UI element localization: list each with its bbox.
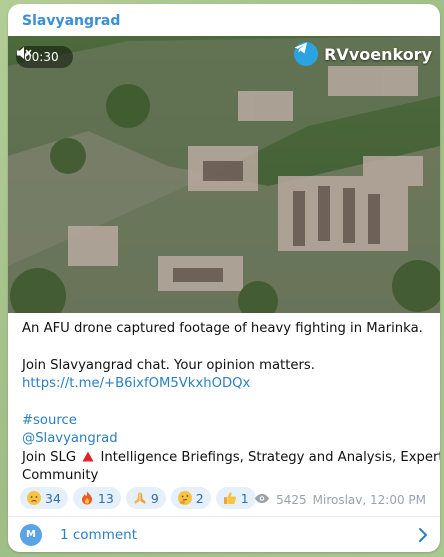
join-prefix: Join SLG: [22, 449, 77, 465]
comments-label: 1 comment: [60, 526, 138, 543]
watermark-text: RVvoenkory: [324, 44, 432, 64]
reaction-count: 13: [97, 490, 114, 506]
thumbs-up-emoji: [223, 491, 237, 505]
hashtag-link[interactable]: #source: [22, 412, 430, 431]
reaction-thumbs-up[interactable]: 1: [215, 487, 256, 509]
telegram-logo-icon: [294, 42, 319, 66]
video-player[interactable]: 00:30 RVvoenkory: [8, 36, 440, 313]
comments-button[interactable]: M 1 comment: [8, 517, 440, 552]
video-time-badge: 00:30: [16, 46, 73, 68]
thinking-face-emoji: [177, 491, 192, 505]
message-caption: An AFU drone captured footage of heavy f…: [22, 320, 440, 486]
reaction-sad[interactable]: 34: [20, 487, 68, 509]
red-triangle-icon: [80, 450, 100, 465]
caption-line: An AFU drone captured footage of heavy f…: [22, 321, 423, 336]
eye-icon: [254, 493, 270, 507]
reaction-count: 9: [150, 490, 159, 506]
join-line: Join SLG Intelligence Briefings, Strateg…: [22, 449, 440, 468]
sad-face-emoji: [27, 491, 41, 505]
video-frame: [8, 36, 440, 313]
message-bubble: Slavyangrad 00:30 RVvoenkory An AFU dron…: [8, 4, 440, 552]
video-watermark: RVvoenkory: [294, 42, 432, 66]
channel-name[interactable]: Slavyangrad: [22, 13, 120, 29]
mention-link[interactable]: @Slavyangrad: [22, 430, 430, 449]
reaction-count: 34: [45, 490, 61, 506]
invite-link[interactable]: https://t.me/+B6ixfOM5VkxhODQx: [22, 375, 430, 394]
message-meta: 5425 Miroslav, 12:00 PM: [254, 493, 426, 507]
reaction-count: 1: [240, 490, 249, 506]
join-rest: Intelligence Briefings, Strategy and Ana…: [100, 449, 440, 465]
reaction-count: 2: [195, 490, 204, 506]
reaction-pray[interactable]: 9: [125, 487, 166, 509]
caption-line: Join Slavyangrad chat. Your opinion matt…: [22, 357, 315, 373]
author-time: Miroslav, 12:00 PM: [312, 493, 426, 507]
avatar: M: [20, 523, 42, 546]
fire-emoji: [80, 491, 94, 505]
chevron-right-icon: [418, 527, 428, 547]
reaction-fire[interactable]: 13: [72, 487, 121, 509]
reactions-bar: 34 13 9 2 1: [20, 487, 256, 509]
join-line-cont: Community: [22, 468, 99, 483]
praying-hands-emoji: [133, 491, 147, 505]
views-count: 5425: [276, 493, 307, 507]
reaction-thinking[interactable]: 2: [170, 487, 211, 509]
